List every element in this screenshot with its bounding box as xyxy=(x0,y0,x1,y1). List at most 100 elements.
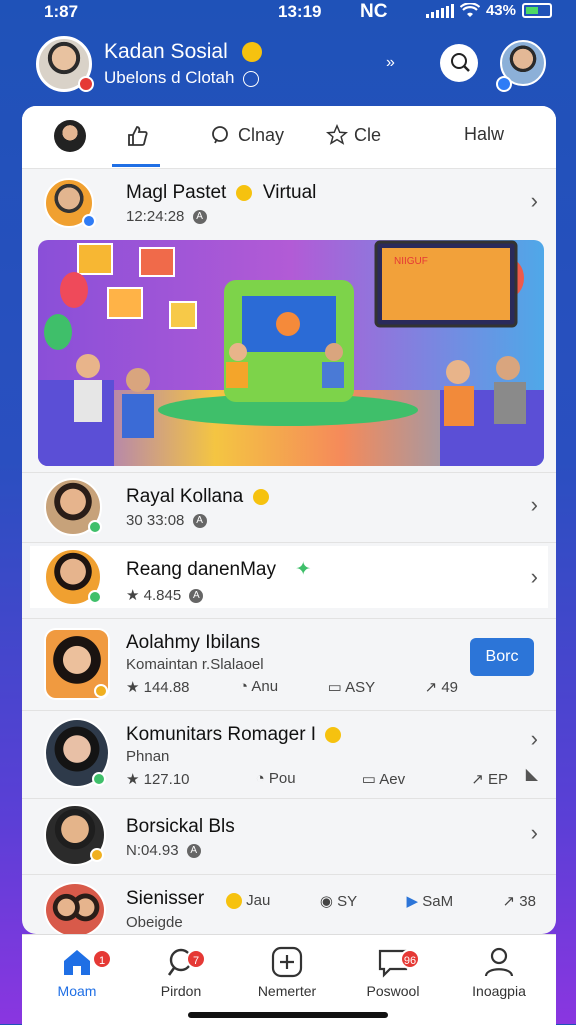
saves-stat: ▭ Aev xyxy=(362,770,405,788)
list-item[interactable]: Aolahmy Ibilans Komaintan r.Slalaoel ★ 1… xyxy=(30,626,548,702)
user-search-button[interactable] xyxy=(440,44,478,82)
status-time: 1:87 xyxy=(44,2,79,21)
divider xyxy=(22,874,556,875)
share-arrow-icon[interactable]: » xyxy=(386,54,395,72)
chevron-right-icon[interactable]: › xyxy=(531,492,538,518)
item-meta: ★ 4.845 A xyxy=(126,586,204,604)
status-clock: 13:19 xyxy=(278,2,322,21)
list-item[interactable]: Sienisser Obeigde Jau ◉ SY ▶ SaM ↗ 38 xyxy=(30,880,548,934)
tab-search[interactable]: Clnay xyxy=(210,124,284,146)
notification-badge: 1 xyxy=(92,949,112,969)
list-item[interactable]: Magl Pastet Virtual 12:24:28 A › xyxy=(30,178,548,228)
bookmark-icon: ▭ xyxy=(327,679,346,696)
item-meta: 12:24:28 A xyxy=(126,208,207,225)
smiley-icon xyxy=(241,42,262,63)
profile-status-badge xyxy=(78,76,94,92)
list-item[interactable]: Borsickal Bls N:04.93 A › xyxy=(30,802,548,866)
online-dot xyxy=(88,520,102,534)
reaction-value: Jau xyxy=(246,892,271,909)
hero-image[interactable]: NIIGUF xyxy=(38,240,544,466)
nav-messages-label: Poswool xyxy=(366,983,420,999)
item-meta-text: Komaintan r.Slalaoel xyxy=(126,656,264,673)
tab-halw[interactable]: Halw xyxy=(464,124,504,145)
item-meta-text: N:04.93 xyxy=(126,842,179,859)
rating-value: 144.88 xyxy=(143,679,190,696)
divider xyxy=(22,472,556,473)
megaphone-icon[interactable]: ◣ xyxy=(526,764,538,784)
list-item[interactable]: Rayal Kollana 30 33:08 A › xyxy=(30,478,548,538)
item-title-text: Aolahmy Ibilans xyxy=(126,632,261,653)
saves-value: ASY xyxy=(345,679,376,696)
comment-icon: ◔ xyxy=(238,678,252,695)
status-bar: 1:87 13:19 NC 43% xyxy=(0,0,576,26)
nav-profile-label: Inoagpia xyxy=(472,983,526,999)
info-icon: A xyxy=(186,844,201,859)
send-value: SaM xyxy=(422,893,454,910)
item-title-text: Borsickal Bls xyxy=(126,816,235,837)
item-stats: Jau ◉ SY ▶ SaM ↗ 38 xyxy=(226,892,536,910)
item-meta-text: 12:24:28 xyxy=(126,208,185,225)
shares-value: EP xyxy=(487,771,508,788)
list-item[interactable]: Reang danenMay ✦ ★ 4.845 A › xyxy=(30,546,548,608)
comments-value: Anu xyxy=(251,678,279,695)
item-meta: N:04.93 A xyxy=(126,842,201,859)
comment-icon: ◔ xyxy=(255,770,269,787)
app-title: Kadan Sosial xyxy=(104,40,262,64)
app-subtitle-text: Ubelons d Clotah xyxy=(104,68,235,87)
status-dot xyxy=(90,848,104,862)
divider xyxy=(22,542,556,543)
list-item[interactable]: Komunitars Romager I Phnan ★ 127.10 ◔ Po… xyxy=(30,716,548,792)
notification-badge: 96 xyxy=(400,949,420,969)
item-title-text: Magl Pastet xyxy=(126,182,227,203)
nav-home[interactable]: Moam 1 xyxy=(32,945,122,999)
item-title-text: Rayal Kollana xyxy=(126,486,244,507)
bookmark-icon: ▭ xyxy=(361,771,380,788)
sparkle-icon: ✦ xyxy=(295,559,312,580)
carrier-label: NC xyxy=(360,1,388,22)
rating-stat: ★ 144.88 xyxy=(126,678,190,696)
shares-value: 49 xyxy=(441,679,458,696)
item-title-text: Komunitars Romager I xyxy=(126,724,317,745)
item-title: Reang danenMay ✦ xyxy=(126,558,311,581)
tab-bar: Clnay Cle Halw xyxy=(22,106,556,169)
comments-stat: ◔ Anu xyxy=(239,678,278,696)
shares-stat: ↗ 49 xyxy=(425,678,458,696)
online-dot xyxy=(88,590,102,604)
tab-favorites[interactable]: Cle xyxy=(326,124,381,146)
item-meta: Komaintan r.Slalaoel xyxy=(126,656,264,673)
online-dot xyxy=(82,214,96,228)
tab-avatar[interactable] xyxy=(54,120,86,152)
signal-icon xyxy=(425,3,454,18)
status-icons: 43% xyxy=(425,2,552,19)
shares-value: 38 xyxy=(519,893,536,910)
star-icon: ★ xyxy=(126,771,144,788)
add-post-icon xyxy=(271,946,303,978)
members-value: SY xyxy=(337,893,358,910)
join-button[interactable]: Borc xyxy=(470,638,534,676)
chevron-right-icon[interactable]: › xyxy=(531,564,538,590)
share-icon: ↗ xyxy=(502,893,520,910)
share-icon: ↗ xyxy=(471,771,488,788)
nav-search[interactable]: Pirdon 7 xyxy=(136,945,226,999)
item-meta: Obeigde xyxy=(126,914,183,931)
search-icon xyxy=(212,126,228,144)
nav-messages[interactable]: Poswool 96 xyxy=(348,945,438,999)
info-icon: A xyxy=(192,210,207,225)
chevron-right-icon[interactable]: › xyxy=(531,726,538,752)
tab-like[interactable] xyxy=(126,124,156,148)
chevron-right-icon[interactable]: › xyxy=(531,188,538,214)
smiley-icon xyxy=(325,726,342,743)
nav-profile[interactable]: Inoagpia xyxy=(454,945,544,999)
chevron-right-icon[interactable]: › xyxy=(531,820,538,846)
battery-percent: 43% xyxy=(485,2,516,19)
nav-create[interactable]: Nemerter xyxy=(242,945,332,999)
main-feed-card: Clnay Cle Halw Magl Pastet Virtual 12:24… xyxy=(22,106,556,934)
item-title: Komunitars Romager I xyxy=(126,724,342,746)
item-title: Borsickal Bls xyxy=(126,816,235,838)
info-icon: A xyxy=(192,514,207,529)
star-icon: ★ xyxy=(126,679,144,696)
online-dot xyxy=(92,772,106,786)
smiley-icon xyxy=(226,893,242,910)
saves-value: Aev xyxy=(379,771,406,788)
saves-stat: ▭ ASY xyxy=(328,678,376,696)
